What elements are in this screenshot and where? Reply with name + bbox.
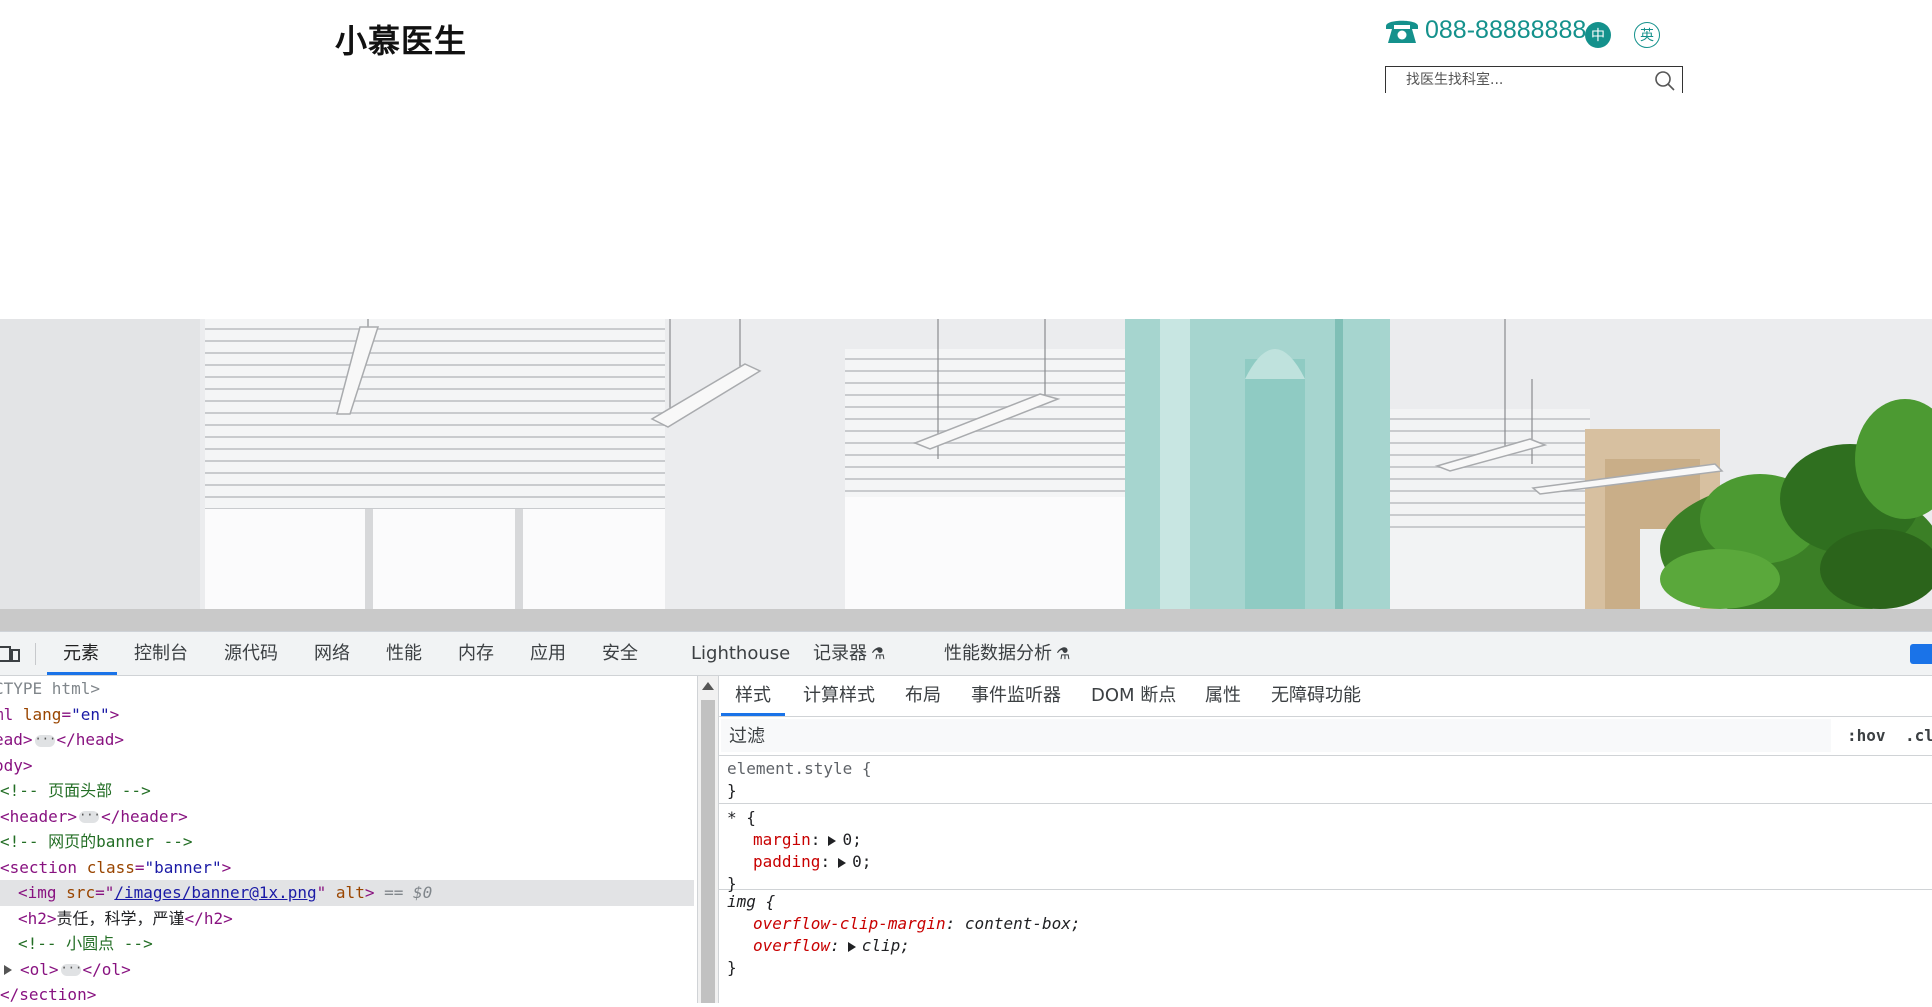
lang-zh-button[interactable]: 中: [1585, 22, 1611, 48]
nav-item[interactable]: 況: [0, 124, 8, 152]
devtools-tabbar: 元素 控制台 源代码 网络 性能 内存 应用 安全 Lighthouse 记录器…: [0, 632, 1932, 676]
lang-en-button[interactable]: 英: [1634, 22, 1660, 48]
ellipsis-icon[interactable]: ···: [60, 962, 82, 976]
expand-triangle-icon[interactable]: [828, 835, 837, 846]
tab-network[interactable]: 网络: [314, 632, 350, 675]
dom-img-selected[interactable]: <img src="/images/banner@1x.png" alt> ==…: [0, 880, 694, 906]
ellipsis-icon[interactable]: ···: [34, 733, 56, 747]
teal-pillar: [1125, 319, 1390, 609]
dom-h2[interactable]: <h2>责任，科学，严谨</h2>: [18, 906, 233, 932]
beaker-icon: ⚗: [871, 644, 886, 663]
expand-triangle-icon[interactable]: [838, 857, 847, 868]
tab-security[interactable]: 安全: [602, 632, 638, 675]
tab-sources[interactable]: 源代码: [224, 632, 278, 675]
style-property[interactable]: overflow-clip-margin: content-box;: [719, 913, 1932, 935]
styles-pane: 样式 计算样式 布局 事件监听器 DOM 断点 属性 无障碍功能 :hov .c…: [718, 676, 1932, 1003]
rule-img: img { overflow-clip-margin: content-box;…: [719, 887, 1932, 1007]
window-middle: [845, 349, 1125, 609]
expand-triangle-icon[interactable]: [4, 965, 12, 975]
cls-button[interactable]: .cl: [1905, 717, 1932, 755]
window-left: [205, 319, 665, 609]
phone-number: 088-88888888: [1425, 15, 1587, 44]
nav-item[interactable]: 鬥: [0, 266, 8, 294]
styles-filter-input[interactable]: [729, 725, 1829, 747]
ellipsis-icon[interactable]: ···: [79, 809, 101, 823]
tab-elements[interactable]: 元素: [47, 632, 117, 675]
tab-properties[interactable]: 属性: [1205, 676, 1241, 716]
tab-console[interactable]: 控制台: [134, 632, 188, 675]
scroll-thumb[interactable]: [701, 700, 715, 1003]
nav-item[interactable]: 乜: [0, 238, 8, 266]
rule-element-style: element.style { }: [719, 756, 1932, 804]
tab-lighthouse[interactable]: Lighthouse: [691, 632, 790, 675]
nav-item[interactable]: 項: [0, 209, 8, 237]
tab-computed[interactable]: 计算样式: [803, 676, 875, 716]
dom-head[interactable]: ead>···</head>: [0, 727, 124, 753]
tab-application[interactable]: 应用: [530, 632, 566, 675]
rule-selector[interactable]: element.style {: [719, 758, 1932, 780]
search-icon[interactable]: [1654, 70, 1676, 92]
dom-html[interactable]: ml lang="en">: [0, 702, 119, 728]
expand-triangle-icon[interactable]: [847, 941, 856, 952]
main-nav: 況 祢 抖 項 乜 鬥 戲: [0, 124, 8, 323]
dom-comment[interactable]: <!-- 页面头部 -->: [0, 778, 151, 804]
rule-close: }: [727, 958, 737, 977]
style-property[interactable]: margin: 0;: [719, 829, 1932, 851]
dom-doctype[interactable]: CTYPE html>: [0, 676, 100, 702]
tab-performance[interactable]: 性能: [386, 632, 422, 675]
scroll-up-icon[interactable]: [702, 682, 714, 690]
filter-row: :hov .cl: [719, 717, 1932, 756]
tab-separator: [35, 643, 36, 665]
dom-comment[interactable]: <!-- 小圆点 -->: [18, 931, 153, 957]
tab-memory[interactable]: 内存: [458, 632, 494, 675]
dom-ol[interactable]: <ol> ···</ol>: [0, 957, 131, 983]
dom-section[interactable]: <section class="banner">: [0, 855, 231, 881]
dom-scrollbar[interactable]: [697, 676, 718, 1003]
tab-event-listeners[interactable]: 事件监听器: [971, 676, 1061, 716]
tab-dom-breakpoints[interactable]: DOM 断点: [1091, 676, 1176, 716]
phone-contact: 088-88888888: [1383, 14, 1586, 46]
banner-image: [0, 319, 1932, 609]
site-logo[interactable]: 小慕医生: [335, 16, 467, 62]
rule-selector[interactable]: * {: [719, 807, 1932, 829]
search-input[interactable]: [1406, 71, 1636, 89]
rule-selector[interactable]: img {: [719, 891, 1932, 913]
issues-badge-icon[interactable]: [1910, 644, 1932, 664]
search-box: [1385, 66, 1683, 93]
dom-body[interactable]: ody>: [0, 753, 33, 779]
dom-header[interactable]: <header> ···</header>: [0, 804, 188, 830]
nav-item[interactable]: 祢: [0, 152, 8, 180]
hov-button[interactable]: :hov: [1847, 717, 1886, 755]
style-property[interactable]: padding: 0;: [719, 851, 1932, 873]
banner-bottom-strip: [0, 609, 1932, 631]
device-toolbar-icon[interactable]: [0, 644, 22, 664]
tab-performance-insights[interactable]: 性能数据分析 ⚗: [944, 632, 1070, 675]
dom-comment[interactable]: <!-- 网页的banner -->: [0, 829, 193, 855]
style-property[interactable]: overflow: clip;: [719, 935, 1932, 957]
tab-recorder[interactable]: 记录器 ⚗: [813, 632, 885, 675]
tab-styles[interactable]: 样式: [721, 676, 785, 716]
beaker-icon: ⚗: [1056, 644, 1071, 663]
devtools-panel: 元素 控制台 源代码 网络 性能 内存 应用 安全 Lighthouse 记录器…: [0, 631, 1932, 1003]
phone-icon: [1386, 20, 1418, 43]
tab-layout[interactable]: 布局: [905, 676, 941, 716]
rule-close: }: [727, 781, 737, 800]
dom-section-close[interactable]: </section>: [0, 982, 96, 1003]
styles-tabbar: 样式 计算样式 布局 事件监听器 DOM 断点 属性 无障碍功能: [719, 676, 1932, 717]
banner-photo: [0, 319, 1932, 609]
tab-accessibility[interactable]: 无障碍功能: [1271, 676, 1361, 716]
dom-tree: CTYPE html> ml lang="en"> ead>···</head>…: [0, 676, 694, 1003]
rule-universal: * { margin: 0; padding: 0; }: [719, 803, 1932, 893]
nav-item[interactable]: 抖: [0, 181, 8, 209]
